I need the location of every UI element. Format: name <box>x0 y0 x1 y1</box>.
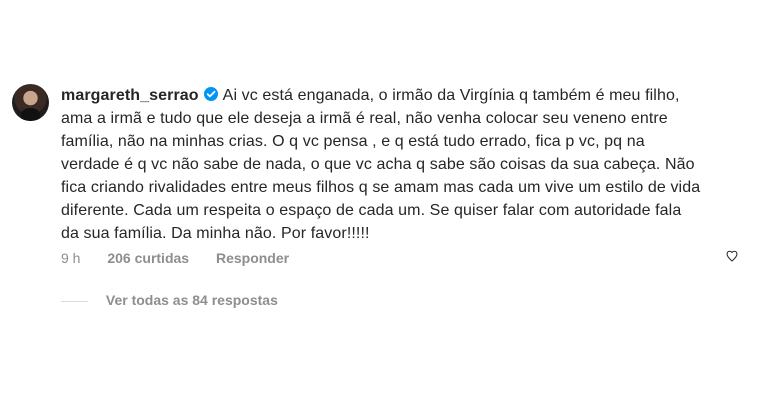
replies-divider <box>61 300 88 302</box>
avatar[interactable] <box>12 84 49 121</box>
comment-likes[interactable]: 206 curtidas <box>107 250 189 266</box>
view-replies-button[interactable]: Ver todas as 84 respostas <box>61 292 278 308</box>
heart-icon[interactable] <box>725 249 739 263</box>
comment-username[interactable]: margareth_serrao <box>61 87 199 104</box>
comment-meta: 9 h 206 curtidas Responder <box>61 250 312 266</box>
comment-body: margareth_serrao Ai vc está enganada, o … <box>61 84 701 245</box>
comment-text: Ai vc está enganada, o irmão da Virgínia… <box>61 87 701 242</box>
view-replies-label[interactable]: Ver todas as 84 respostas <box>106 292 278 308</box>
verified-badge-icon <box>203 87 218 101</box>
comment-time: 9 h <box>61 250 81 266</box>
reply-button[interactable]: Responder <box>216 250 289 266</box>
